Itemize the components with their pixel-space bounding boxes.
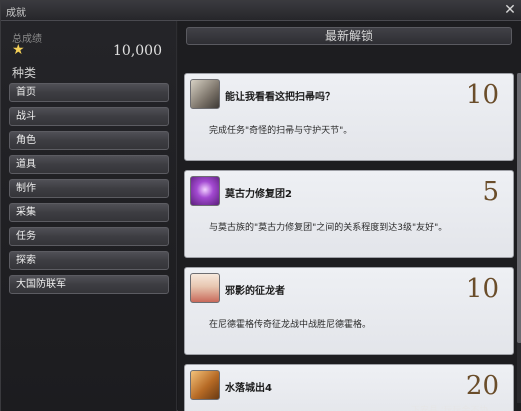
- category-label: 种类: [12, 66, 37, 80]
- category-item-items[interactable]: 道具: [9, 155, 169, 174]
- achievement-points: 5: [482, 177, 499, 207]
- bottom-overlay-text: 下安县 '玩玩金不协: [411, 406, 489, 411]
- window-title: 成就: [6, 8, 26, 19]
- achievement-name: 邪影的征龙者: [225, 286, 285, 297]
- scroll-map-icon: [190, 370, 220, 400]
- character-portrait-icon: [190, 273, 220, 303]
- right-panel: 最新解锁 能让我看看这把扫帚吗？ 10 完成任务"奇怪的扫帚与守护天节"。 莫古…: [178, 21, 521, 411]
- achievement-window: 成就 ✕ 总成绩 ★ 10,000 种类 首页 战斗 角色 道具 制作 采集 任…: [0, 0, 521, 411]
- broom-bag-icon: [190, 79, 220, 109]
- latest-unlocked-header: 最新解锁: [186, 27, 512, 45]
- achievement-name: 水落城出4: [225, 383, 272, 394]
- close-icon[interactable]: ✕: [502, 2, 518, 18]
- achievement-card[interactable]: 莫古力修复团2 5 与莫古族的"莫古力修复团"之间的关系程度到达3级"友好"。: [184, 170, 514, 258]
- category-item-quests[interactable]: 任务: [9, 227, 169, 246]
- moogle-icon: [190, 176, 220, 206]
- achievement-points: 10: [465, 80, 499, 110]
- total-score-value: 10,000: [113, 43, 162, 59]
- category-item-battle[interactable]: 战斗: [9, 107, 169, 126]
- achievement-points: 10: [465, 274, 499, 304]
- category-item-home[interactable]: 首页: [9, 83, 169, 102]
- category-item-exploration[interactable]: 探索: [9, 251, 169, 270]
- achievement-name: 莫古力修复团2: [225, 189, 292, 200]
- category-item-crafting[interactable]: 制作: [9, 179, 169, 198]
- achievement-name: 能让我看看这把扫帚吗？: [225, 92, 335, 103]
- achievement-desc: 在尼德霍格传奇征龙战中战胜尼德霍格。: [209, 320, 372, 330]
- achievement-points: 20: [465, 371, 499, 401]
- scrollbar-thumb[interactable]: [517, 73, 521, 343]
- achievement-desc: 与莫古族的"莫古力修复团"之间的关系程度到达3级"友好"。: [209, 223, 448, 233]
- star-icon: ★: [12, 42, 25, 58]
- category-list: 首页 战斗 角色 道具 制作 采集 任务 探索 大国防联军: [9, 83, 169, 299]
- category-item-character[interactable]: 角色: [9, 131, 169, 150]
- achievement-card[interactable]: 邪影的征龙者 10 在尼德霍格传奇征龙战中战胜尼德霍格。: [184, 267, 514, 355]
- category-item-grand-company[interactable]: 大国防联军: [9, 275, 169, 294]
- category-item-gathering[interactable]: 采集: [9, 203, 169, 222]
- achievement-card[interactable]: 能让我看看这把扫帚吗？ 10 完成任务"奇怪的扫帚与守护天节"。: [184, 73, 514, 161]
- titlebar: 成就 ✕: [1, 1, 521, 21]
- achievement-desc: 完成任务"奇怪的扫帚与守护天节"。: [209, 126, 353, 136]
- left-panel: 总成绩 ★ 10,000 种类 首页 战斗 角色 道具 制作 采集 任务 探索 …: [1, 21, 177, 411]
